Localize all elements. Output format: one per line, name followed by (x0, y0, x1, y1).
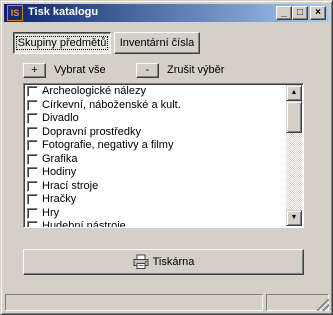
print-button-content: Tiskárna (133, 254, 195, 269)
app-icon: IS (7, 5, 23, 21)
checkbox[interactable] (27, 207, 38, 219)
checkbox[interactable] (27, 167, 38, 178)
checkbox[interactable] (27, 86, 38, 97)
status-panel-main (5, 294, 263, 311)
list-item-label: Fotografie, negativy a filmy (42, 139, 174, 151)
list-item[interactable]: Hry (24, 207, 303, 221)
checkbox[interactable] (27, 194, 38, 205)
select-all-label: Vybrat vše (54, 64, 106, 76)
title-bar[interactable]: IS Tisk katalogu _ □ × (4, 4, 329, 22)
minimize-button[interactable]: _ (276, 6, 292, 20)
list-item-label: Hrací stroje (42, 179, 99, 192)
tab-item-groups[interactable]: Skupiny předmětů (13, 32, 111, 54)
checkbox[interactable] (27, 221, 38, 227)
print-catalog-window: IS Tisk katalogu _ □ × Skupiny předmětů … (0, 0, 333, 315)
list-item[interactable]: Archeologické nálezy (24, 85, 303, 99)
scroll-up-icon[interactable]: ▲ (286, 85, 302, 101)
list-item[interactable]: Církevní, náboženské a kult. (24, 99, 303, 113)
item-groups-checklist[interactable]: Archeologické nálezy Církevní, nábožensk… (23, 83, 304, 228)
list-item[interactable]: Fotografie, negativy a filmy (24, 139, 303, 153)
list-item-label: Hudební nástroje (42, 220, 126, 228)
list-item[interactable]: Grafika (24, 153, 303, 167)
window-title: Tisk katalogu (28, 6, 99, 18)
scrollbar-thumb[interactable] (286, 101, 302, 133)
list-item[interactable]: Hodiny (24, 166, 303, 180)
list-item-label: Grafika (42, 152, 78, 165)
checklist-items: Archeologické nálezy Církevní, nábožensk… (24, 84, 303, 228)
list-item-label: Církevní, náboženské a kult. (42, 98, 181, 111)
maximize-button[interactable]: □ (292, 6, 308, 20)
resize-grip[interactable] (317, 299, 329, 311)
list-item-label: Hry (42, 206, 60, 219)
list-item-label: Archeologické nálezy (42, 85, 146, 97)
checkbox[interactable] (27, 126, 38, 138)
list-item[interactable]: Hrací stroje (24, 180, 303, 194)
select-all-button[interactable]: + (23, 63, 46, 78)
list-item[interactable]: Divadlo (24, 112, 303, 126)
tab-inventory-numbers[interactable]: Inventární čísla (114, 32, 200, 54)
deselect-all-button[interactable]: - (136, 63, 159, 78)
print-button[interactable]: Tiskárna (23, 249, 304, 275)
checkbox[interactable] (27, 180, 38, 192)
vertical-scrollbar[interactable]: ▲ ▼ (286, 85, 302, 226)
tab-inventory-numbers-label: Inventární čísla (119, 37, 195, 49)
list-item-label: Divadlo (42, 112, 79, 124)
tab-item-groups-label: Skupiny předmětů (15, 36, 109, 50)
scroll-down-icon[interactable]: ▼ (286, 210, 302, 226)
checkbox[interactable] (27, 153, 38, 165)
checkbox[interactable] (27, 140, 38, 151)
list-item[interactable]: Dopravní prostředky (24, 126, 303, 140)
list-item[interactable]: Hračky (24, 193, 303, 207)
printer-icon (133, 254, 149, 269)
checkbox[interactable] (27, 113, 38, 124)
list-item-label: Hodiny (42, 166, 77, 178)
list-item-label: Hračky (42, 193, 77, 205)
deselect-all-label: Zrušit výběr (167, 64, 225, 76)
list-item-label: Dopravní prostředky (42, 125, 142, 138)
print-button-label: Tiskárna (152, 255, 195, 268)
close-button[interactable]: × (310, 6, 326, 20)
checkbox[interactable] (27, 99, 38, 111)
list-item[interactable]: Hudební nástroje (24, 220, 303, 228)
